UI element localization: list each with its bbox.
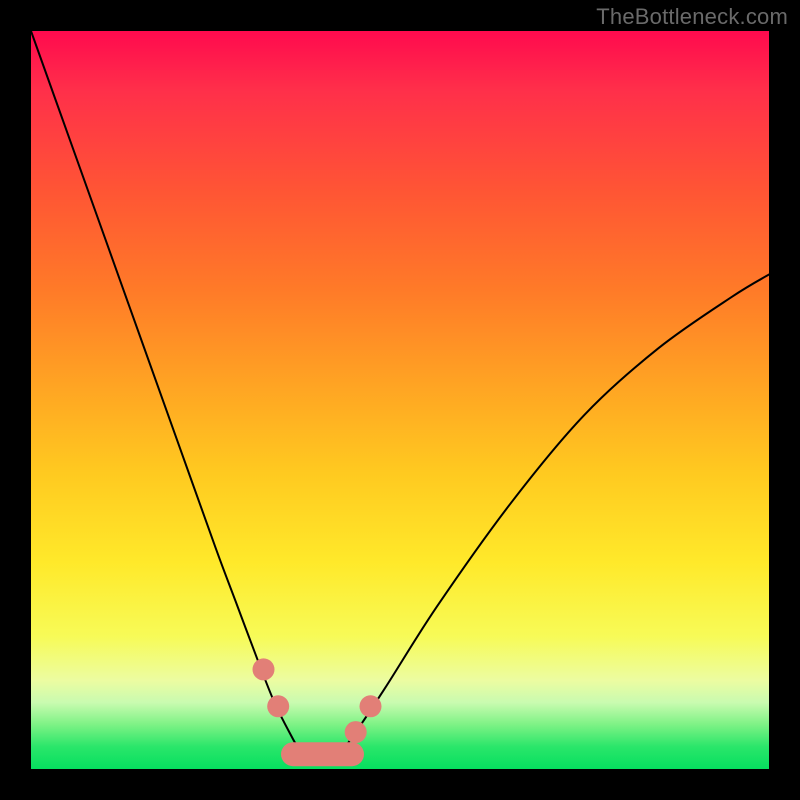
curve-layer (31, 31, 769, 769)
chart-container: TheBottleneck.com (0, 0, 800, 800)
left-upper-dot (253, 658, 275, 680)
right-upper-dot (360, 695, 382, 717)
plot-area (31, 31, 769, 769)
marker-group (253, 658, 382, 766)
right-lower-dot (345, 721, 367, 743)
bottom-pill-segment (281, 742, 364, 766)
watermark-text: TheBottleneck.com (596, 4, 788, 30)
bottleneck-curve (31, 31, 769, 755)
left-lower-dot (267, 695, 289, 717)
